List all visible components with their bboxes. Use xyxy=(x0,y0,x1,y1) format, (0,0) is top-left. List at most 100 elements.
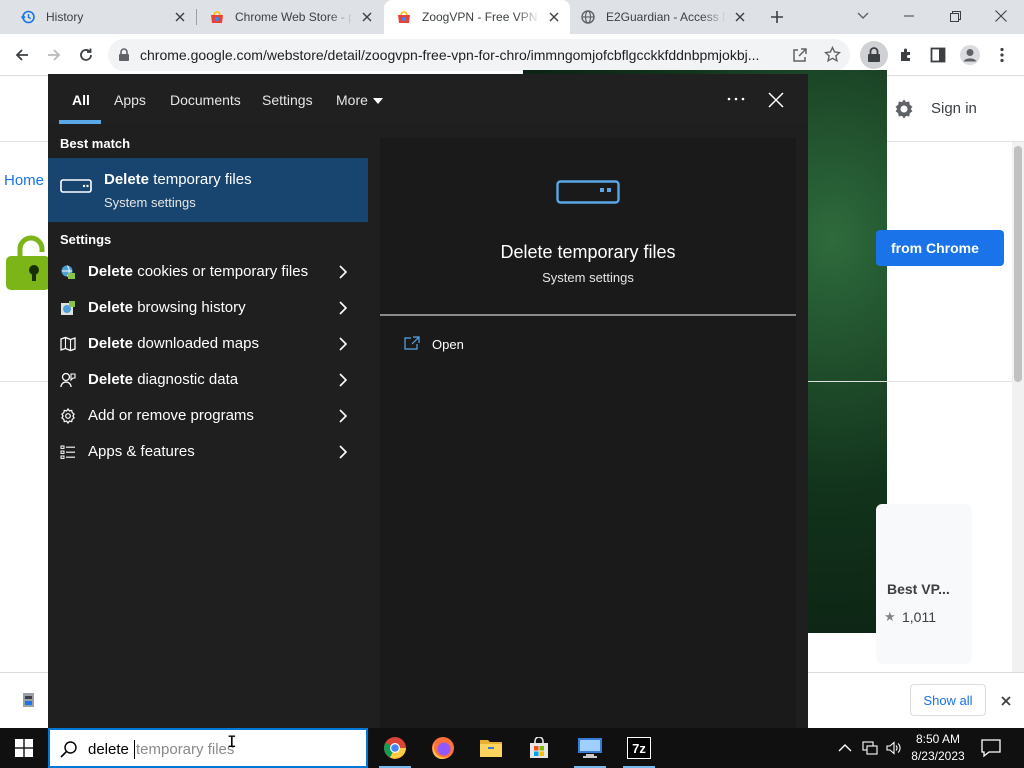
best-match-result[interactable]: Delete temporary files System settings xyxy=(48,158,368,222)
profile-button[interactable] xyxy=(956,41,984,69)
lock-icon xyxy=(868,47,880,62)
store-bag-icon xyxy=(530,737,548,758)
tab-search-button[interactable] xyxy=(840,0,886,32)
search-query-text: delete xyxy=(88,741,129,758)
show-all-downloads-button[interactable]: Show all xyxy=(910,684,986,716)
taskbar-firefox[interactable] xyxy=(419,728,467,768)
best-match-title: Delete temporary files xyxy=(104,171,252,188)
preview-subtitle: System settings xyxy=(542,270,634,285)
label-rest: downloaded maps xyxy=(133,335,259,352)
breadcrumb-home[interactable]: Home xyxy=(4,172,44,189)
best-match-subtitle: System settings xyxy=(104,195,196,210)
tab-zoogvpn[interactable]: ZoogVPN - Free VPN f xyxy=(384,0,570,34)
tab-close-icon[interactable] xyxy=(172,9,188,25)
close-shelf-button[interactable] xyxy=(996,691,1016,711)
internet-options-icon xyxy=(60,264,76,280)
taskbar-microsoft-store[interactable] xyxy=(515,728,563,768)
side-panel-icon xyxy=(930,47,946,63)
download-file-icon[interactable] xyxy=(20,691,38,709)
bookmark-star-icon[interactable] xyxy=(823,45,842,66)
maps-icon xyxy=(60,336,76,352)
new-tab-button[interactable] xyxy=(766,6,788,28)
label-rest: Apps & features xyxy=(88,443,195,460)
restore-button[interactable] xyxy=(932,0,978,32)
result-delete-cookies[interactable]: Delete cookies or temporary files xyxy=(48,254,368,290)
show-hidden-icons-button[interactable] xyxy=(838,740,854,756)
tab-documents[interactable]: Documents xyxy=(170,92,241,108)
forward-button[interactable] xyxy=(40,41,68,69)
volume-icon[interactable] xyxy=(886,740,902,756)
taskbar-chrome[interactable] xyxy=(371,728,419,768)
internet-options-icon xyxy=(60,300,76,316)
result-preview-pane: Delete temporary files System settings O… xyxy=(380,138,796,728)
extensions-button[interactable] xyxy=(892,41,920,69)
tab-all[interactable]: All xyxy=(72,92,90,108)
taskbar-search-box[interactable]: delete temporary files I xyxy=(48,728,368,768)
chevron-up-icon xyxy=(838,744,852,752)
result-label: Delete diagnostic data xyxy=(88,371,238,388)
taskbar-7zip[interactable]: 7z xyxy=(615,728,663,768)
chevron-right-icon[interactable] xyxy=(337,265,349,279)
scrollbar-thumb[interactable] xyxy=(1014,146,1022,382)
notification-center-button[interactable] xyxy=(980,738,1002,758)
firefox-icon xyxy=(432,737,454,760)
puzzle-icon xyxy=(901,48,910,61)
tab-history[interactable]: History xyxy=(0,0,196,34)
address-bar[interactable]: chrome.google.com/webstore/detail/zoogvp… xyxy=(108,39,850,71)
tab-close-icon[interactable] xyxy=(359,9,375,25)
result-apps-features[interactable]: Apps & features xyxy=(48,434,368,470)
taskbar-remote-desktop[interactable] xyxy=(566,728,614,768)
tab-e2guardian[interactable]: E2Guardian - Access D xyxy=(570,0,756,34)
result-add-remove-programs[interactable]: Add or remove programs xyxy=(48,398,368,434)
result-delete-diagnostic-data[interactable]: Delete diagnostic data xyxy=(48,362,368,398)
extension-lock-button[interactable] xyxy=(860,41,888,69)
chevron-right-icon[interactable] xyxy=(337,301,349,315)
tab-close-icon[interactable] xyxy=(546,9,562,25)
page-scrollbar[interactable] xyxy=(1012,142,1024,728)
open-icon[interactable] xyxy=(404,336,420,350)
settings-gear-icon[interactable] xyxy=(893,98,915,123)
preview-title: Delete temporary files xyxy=(500,242,676,262)
taskbar-file-explorer[interactable] xyxy=(467,728,515,768)
window-close-button[interactable] xyxy=(978,0,1024,32)
tab-apps[interactable]: Apps xyxy=(114,92,146,108)
result-delete-browsing-history[interactable]: Delete browsing history xyxy=(48,290,368,326)
best-match-heading: Best match xyxy=(60,136,131,151)
windows-search-flyout: All Apps Documents Settings More Best ma… xyxy=(48,74,808,728)
chrome-icon xyxy=(384,737,406,759)
chevron-down-icon xyxy=(857,12,869,19)
tab-more[interactable]: More xyxy=(336,92,368,108)
card-title: Best VP... xyxy=(887,581,950,597)
back-button[interactable] xyxy=(8,41,36,69)
lock-icon[interactable] xyxy=(118,48,130,62)
browser-menu-button[interactable] xyxy=(988,41,1016,69)
side-panel-button[interactable] xyxy=(924,41,952,69)
reload-button[interactable] xyxy=(72,41,100,69)
tab-chrome-web-store[interactable]: Chrome Web Store - p xyxy=(197,0,383,34)
search-options-button[interactable] xyxy=(724,86,748,112)
label-rest: cookies or temporary files xyxy=(133,263,309,280)
chevron-right-icon[interactable] xyxy=(337,445,349,459)
tab-close-icon[interactable] xyxy=(732,9,748,25)
minimize-button[interactable] xyxy=(886,0,932,32)
storage-drive-icon xyxy=(556,180,620,204)
plus-icon xyxy=(771,11,783,23)
taskbar-clock[interactable]: 8:50 AM 8/23/2023 xyxy=(906,731,970,765)
chevron-right-icon[interactable] xyxy=(337,409,349,423)
result-delete-downloaded-maps[interactable]: Delete downloaded maps xyxy=(48,326,368,362)
chevron-right-icon[interactable] xyxy=(337,373,349,387)
add-to-chrome-button[interactable]: from Chrome xyxy=(876,230,1004,266)
label-rest: Add or remove programs xyxy=(88,407,254,424)
start-button[interactable] xyxy=(0,728,48,768)
tab-settings[interactable]: Settings xyxy=(262,92,313,108)
bold-text: Delete xyxy=(88,263,134,280)
avatar-icon xyxy=(960,45,980,65)
share-icon[interactable] xyxy=(792,47,808,66)
sign-in-link[interactable]: Sign in xyxy=(931,100,977,117)
chevron-right-icon[interactable] xyxy=(337,337,349,351)
result-label: Add or remove programs xyxy=(88,407,254,424)
close-search-button[interactable] xyxy=(764,88,788,112)
tab-title: ZoogVPN - Free VPN f xyxy=(422,10,540,24)
network-icon[interactable] xyxy=(862,740,878,756)
open-action[interactable]: Open xyxy=(432,337,464,352)
